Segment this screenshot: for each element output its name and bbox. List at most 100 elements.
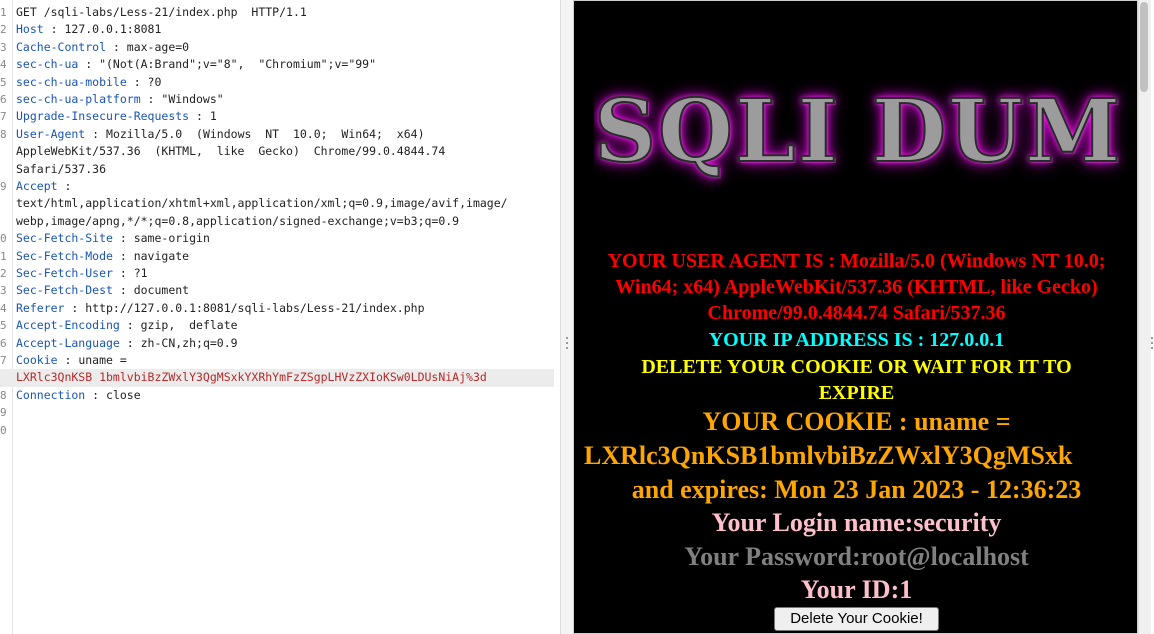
header-value: : uname = xyxy=(57,353,127,367)
line-content: webp,image/apng,*/*;q=0.8,application/si… xyxy=(16,213,460,228)
request-line[interactable]: 9 Accept : xyxy=(0,178,560,195)
header-name: sec-ch-ua-platform xyxy=(16,92,141,106)
delete-cookie-button[interactable]: Delete Your Cookie! xyxy=(774,607,939,631)
request-line[interactable]: 4 Referer : http://127.0.0.1:8081/sqli-la… xyxy=(0,300,560,317)
password-text: Your Password:root@localhost xyxy=(684,542,1029,571)
request-line-text: Cookie : uname = xyxy=(16,352,127,369)
request-line[interactable]: 1 Sec-Fetch-Mode : navigate xyxy=(0,248,560,265)
request-line-text: User-Agent : Mozilla/5.0 (Windows NT 10.… xyxy=(16,126,425,143)
line-number: 0 xyxy=(0,232,7,246)
request-line[interactable]: 4 sec-ch-ua : "(Not(A:Brand";v="8", "Chro… xyxy=(0,56,560,73)
ip-address-text: YOUR IP ADDRESS IS : 127.0.0.1 xyxy=(708,329,1005,351)
header-name: Accept xyxy=(16,179,58,193)
header-value: : gzip, deflate xyxy=(119,318,238,333)
request-line[interactable]: 2 Host : 127.0.0.1:8081 xyxy=(0,21,560,38)
request-line-text: Referer : http://127.0.0.1:8081/sqli-lab… xyxy=(16,300,425,317)
request-line-text: GET /sqli-labs/Less-21/index.php HTTP/1.… xyxy=(16,4,307,21)
line-number: 7 xyxy=(0,354,7,367)
splitter-grip-icon[interactable] xyxy=(566,337,568,355)
request-line[interactable]: 6 Accept-Language : zh-CN,zh;q=0.9 xyxy=(0,335,560,352)
request-line-text: Sec-Fetch-Mode : navigate xyxy=(16,248,189,265)
request-line-text: Safari/537.36 xyxy=(16,161,106,178)
request-line-text: Accept-Language : zh-CN,zh;q=0.9 xyxy=(16,335,238,352)
request-line[interactable]: 7 Upgrade-Insecure-Requests : 1 xyxy=(0,108,560,125)
request-line[interactable]: 6 sec-ch-ua-platform : "Windows" xyxy=(0,91,560,108)
request-line-text: Accept : xyxy=(16,178,71,195)
request-line[interactable]: 5 Accept-Encoding : gzip, deflate xyxy=(0,317,560,334)
response-render-pane: SQLI DUM YOUR USER AGENT IS : Mozilla/5.… xyxy=(573,0,1138,634)
request-line[interactable]: 3 Sec-Fetch-Dest : document xyxy=(0,282,560,299)
login-name-text: Your Login name:security xyxy=(711,508,1002,537)
line-number: 2 xyxy=(0,267,7,280)
header-value: : http://127.0.0.1:8081/sqli-labs/Less-2… xyxy=(64,300,425,315)
cookie-label: YOUR COOKIE : uname = xyxy=(702,407,1011,436)
request-line[interactable]: LXRlc3QnKSB 1bmlvbiBzZWxlY3QgMSxkYXRhYmF… xyxy=(0,369,554,387)
request-line[interactable]: 1 GET /sqli-labs/Less-21/index.php HTTP/1… xyxy=(0,4,560,21)
request-line[interactable]: 9 xyxy=(0,404,560,421)
request-line-text: Sec-Fetch-User : ?1 xyxy=(16,265,148,282)
line-content: LXRlc3QnKSB 1bmlvbiBzZWxlY3QgMSxkYXRhYmF… xyxy=(16,370,487,385)
header-name: Accept-Encoding xyxy=(16,318,120,333)
request-line[interactable]: Safari/537.36 xyxy=(0,161,560,178)
scrollbar-thumb[interactable] xyxy=(1140,2,1148,92)
header-value: : zh-CN,zh;q=0.9 xyxy=(119,335,238,350)
header-value: : close xyxy=(85,387,141,402)
request-line-text: text/html,application/xhtml+xml,applicat… xyxy=(16,195,508,212)
vertical-scrollbar[interactable] xyxy=(1138,0,1151,634)
header-value: : 127.0.0.1:8081 xyxy=(43,22,162,37)
request-line[interactable]: 7 Cookie : uname = xyxy=(0,352,560,369)
header-value: : Mozilla/5.0 (Windows NT 10.0; Win64; x… xyxy=(85,126,425,141)
request-line[interactable]: 8 Connection : close xyxy=(0,387,560,404)
header-name: Upgrade-Insecure-Requests xyxy=(16,109,190,124)
header-name: Host xyxy=(16,22,44,37)
request-line[interactable]: AppleWebKit/537.36 (KHTML, like Gecko) C… xyxy=(0,143,560,160)
header-value: : "Windows" xyxy=(140,92,224,106)
right-splitter-grip-icon[interactable] xyxy=(1151,337,1153,352)
request-line-text: Sec-Fetch-Site : same-origin xyxy=(16,230,210,247)
header-value: : ?1 xyxy=(112,266,148,280)
header-value: : "(Not(A:Brand";v="8", "Chromium";v="99… xyxy=(78,57,377,72)
line-number: 4 xyxy=(0,301,7,315)
header-name: Cache-Control xyxy=(16,39,107,54)
header-name: Sec-Fetch-Site xyxy=(16,231,113,246)
line-content: GET /sqli-labs/Less-21/index.php HTTP/1.… xyxy=(16,5,307,19)
pane-splitter[interactable] xyxy=(560,0,573,634)
line-number: 9 xyxy=(0,406,7,420)
line-number: 7 xyxy=(0,110,7,124)
header-value: : 1 xyxy=(189,109,217,124)
request-line[interactable]: 0 Sec-Fetch-Site : same-origin xyxy=(0,230,560,247)
request-line-text: webp,image/apng,*/*;q=0.8,application/si… xyxy=(16,213,459,230)
request-line[interactable]: 5 sec-ch-ua-mobile : ?0 xyxy=(0,74,560,91)
line-number: 2 xyxy=(0,23,7,37)
line-number: 6 xyxy=(0,336,7,350)
line-number: 3 xyxy=(0,284,7,298)
request-line[interactable]: webp,image/apng,*/*;q=0.8,application/si… xyxy=(0,213,560,230)
request-line-text: Host : 127.0.0.1:8081 xyxy=(16,21,161,38)
header-name: Sec-Fetch-Dest xyxy=(16,283,113,298)
user-id-text: Your ID:1 xyxy=(800,575,913,604)
header-name: Sec-Fetch-Mode xyxy=(16,248,113,263)
line-number: 1 xyxy=(0,6,7,19)
request-line-text: Upgrade-Insecure-Requests : 1 xyxy=(16,108,217,125)
request-line-text: sec-ch-ua-platform : "Windows" xyxy=(16,91,224,108)
request-line[interactable]: 3 Cache-Control : max-age=0 xyxy=(0,39,560,56)
request-editor[interactable]: 1 GET /sqli-labs/Less-21/index.php HTTP/1… xyxy=(0,0,560,634)
cookie-expiry: and expires: Mon 23 Jan 2023 - 12:36:23 xyxy=(631,475,1082,504)
user-agent-text: YOUR USER AGENT IS : Mozilla/5.0 (Window… xyxy=(607,250,1106,324)
request-line-text: Connection : close xyxy=(16,387,141,404)
header-name: User-Agent xyxy=(16,126,86,141)
line-number: 6 xyxy=(0,93,7,106)
delete-cookie-message: DELETE YOUR COOKIE OR WAIT FOR IT TO EXP… xyxy=(641,356,1072,404)
line-number: 8 xyxy=(0,127,7,141)
request-line-text: LXRlc3QnKSB 1bmlvbiBzZWxlY3QgMSxkYXRhYmF… xyxy=(16,369,487,386)
request-line[interactable]: 2 Sec-Fetch-User : ?1 xyxy=(0,265,560,282)
line-number: 3 xyxy=(0,40,7,54)
request-line[interactable]: text/html,application/xhtml+xml,applicat… xyxy=(0,195,560,212)
request-line[interactable]: 8 User-Agent : Mozilla/5.0 (Windows NT 10… xyxy=(0,126,560,143)
request-line-text: Accept-Encoding : gzip, deflate xyxy=(16,317,238,334)
line-number: 5 xyxy=(0,75,7,89)
header-name: sec-ch-ua xyxy=(16,57,79,72)
line-content: AppleWebKit/537.36 (KHTML, like Gecko) C… xyxy=(16,144,446,159)
request-line[interactable]: 0 xyxy=(0,422,560,439)
line-number: 5 xyxy=(0,319,7,333)
